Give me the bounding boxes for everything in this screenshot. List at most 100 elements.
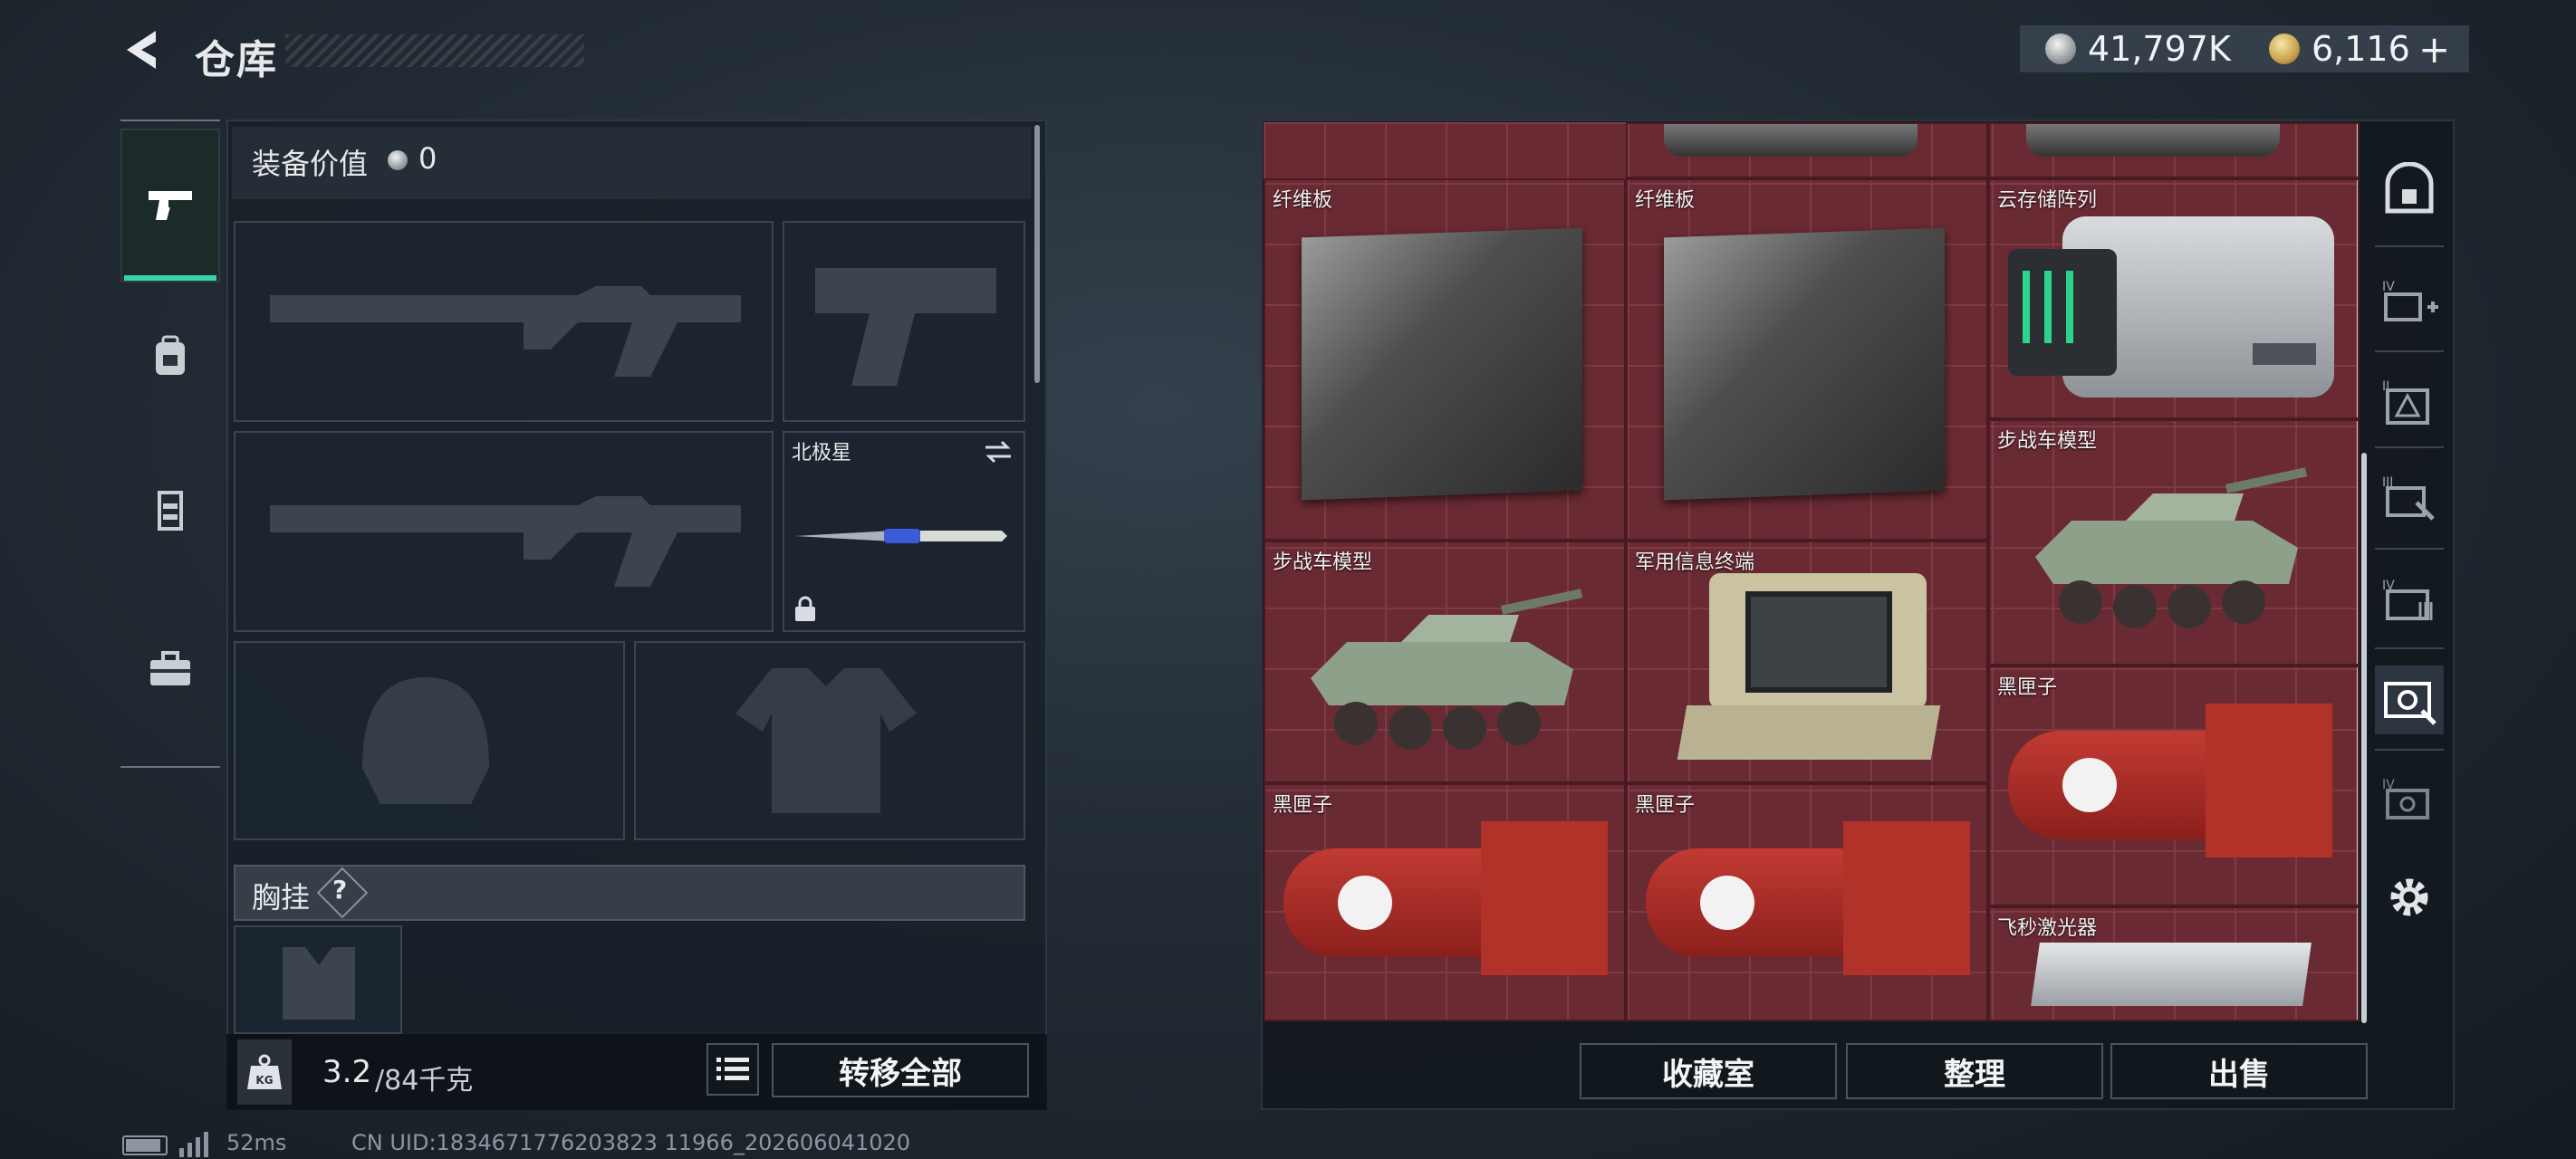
partial-item-cell[interactable] xyxy=(1626,122,1988,178)
blackbox-image xyxy=(2008,731,2216,839)
chest-rig-label: 胸挂 xyxy=(252,880,311,915)
tab-backpack[interactable] xyxy=(120,284,220,429)
help-icon: ? xyxy=(332,875,348,905)
tier4-scan-icon[interactable]: IV xyxy=(2375,765,2444,834)
server-array-image xyxy=(2008,216,2334,398)
ifv-model-image xyxy=(1311,589,1583,750)
tier-scan-icon-active[interactable] xyxy=(2375,666,2444,734)
secondary-weapon-slot[interactable] xyxy=(234,431,774,632)
weight-max: /84千克 xyxy=(375,1065,474,1097)
list-icon xyxy=(716,1058,749,1080)
storage-grid: 纤维板 纤维板 云存储阵列 步战车模型 步战车模型 军用信息终端 黑匣子 黑匣子… xyxy=(1264,122,2360,1021)
storage-item[interactable]: 步战车模型 xyxy=(1264,541,1626,783)
item-name: 黑匣子 xyxy=(1997,676,2058,699)
equipment-value-label: 装备价值 xyxy=(252,147,369,181)
storage-category-rail: IV II III IV IV xyxy=(2366,122,2453,1028)
blackbox-image xyxy=(1646,848,1854,957)
equipment-value: 0 xyxy=(418,141,437,176)
knife-icon xyxy=(795,529,1007,543)
rifle-silhouette-icon xyxy=(270,496,741,587)
laser-image xyxy=(2031,943,2312,1006)
tier2-warning-icon[interactable]: II xyxy=(2375,367,2444,436)
storage-item[interactable]: 云存储阵列 xyxy=(1988,178,2360,419)
blackbox-block-image xyxy=(1843,821,1970,975)
collection-room-button[interactable]: 收藏室 xyxy=(1580,1043,1837,1099)
melee-name: 北极星 xyxy=(792,442,852,465)
silver-coin-icon xyxy=(2045,34,2076,64)
terminal-image xyxy=(1709,573,1927,709)
sell-button[interactable]: 出售 xyxy=(2110,1043,2368,1099)
item-name: 纤维板 xyxy=(1635,189,1696,212)
back-arrow-icon xyxy=(127,31,156,69)
gold-coin-icon xyxy=(2269,34,2300,64)
add-currency-button[interactable]: + xyxy=(2418,27,2450,72)
tier3-tool-icon[interactable]: III xyxy=(2375,463,2444,532)
ping-value: 52ms xyxy=(226,1130,287,1155)
item-name: 黑匣子 xyxy=(1273,794,1333,817)
battery-icon xyxy=(122,1135,168,1155)
item-name: 纤维板 xyxy=(1273,189,1333,212)
svg-text:IV: IV xyxy=(2382,280,2395,294)
primary-weapon-slot[interactable] xyxy=(234,221,774,422)
storage-item[interactable]: 军用信息终端 xyxy=(1626,541,1988,783)
svg-text:KG: KG xyxy=(255,1074,273,1087)
pistol-icon xyxy=(149,191,192,220)
gold-currency-value: 6,116 xyxy=(2312,29,2410,69)
settings-gear-icon[interactable] xyxy=(2375,863,2444,932)
armor-slot[interactable] xyxy=(634,641,1025,840)
storage-item[interactable]: 纤维板 xyxy=(1264,178,1626,541)
title-decoration xyxy=(285,34,584,67)
terminal-base-image xyxy=(1677,705,1941,760)
equipment-tabs xyxy=(120,120,220,768)
blackbox-image xyxy=(1283,848,1492,957)
swap-icon[interactable] xyxy=(982,438,1014,465)
rifle-silhouette-icon xyxy=(270,286,741,377)
partial-item-image xyxy=(1664,124,1918,157)
pistol-slot[interactable] xyxy=(783,221,1025,422)
tab-toolbox[interactable] xyxy=(120,592,220,746)
player-uid: CN UID:1834671776203823 11966_2026060410… xyxy=(351,1130,911,1155)
vest-icon xyxy=(158,491,183,531)
transfer-all-button[interactable]: 转移全部 xyxy=(772,1043,1029,1097)
tab-weapons[interactable] xyxy=(120,129,220,283)
lock-icon xyxy=(795,596,815,621)
fiberboard-image xyxy=(1302,227,1582,501)
tier4-add-icon[interactable]: IV xyxy=(2375,267,2444,336)
chest-rig-slot[interactable] xyxy=(234,925,402,1034)
item-name: 云存储阵列 xyxy=(1997,189,2098,212)
pistol-silhouette-icon xyxy=(815,268,996,386)
safe-icon[interactable] xyxy=(2375,155,2444,224)
back-button[interactable] xyxy=(120,27,165,72)
chest-rig-silhouette-icon xyxy=(283,947,355,1020)
backpack-icon xyxy=(156,335,185,375)
storage-item[interactable]: 黑匣子 xyxy=(1264,783,1626,1021)
storage-item[interactable]: 步战车模型 xyxy=(1988,419,2360,666)
page-title: 仓库 xyxy=(195,37,278,83)
storage-item[interactable]: 飞秒激光器 xyxy=(1988,906,2360,1021)
storage-item[interactable]: 纤维板 xyxy=(1626,178,1988,541)
storage-item[interactable]: 黑匣子 xyxy=(1988,666,2360,906)
tier4-barcode-icon[interactable]: IV xyxy=(2375,566,2444,635)
silver-coin-icon xyxy=(388,150,408,170)
equipment-scrollbar[interactable] xyxy=(1034,125,1040,383)
list-view-button[interactable] xyxy=(706,1043,759,1096)
partial-item-image xyxy=(2026,124,2280,157)
ifv-model-image xyxy=(2035,467,2308,628)
helmet-silhouette-icon xyxy=(362,677,489,804)
melee-slot[interactable]: 北极星 xyxy=(783,431,1025,632)
item-name: 黑匣子 xyxy=(1635,794,1696,817)
weight-icon-box: KG xyxy=(237,1039,292,1105)
blackbox-block-image xyxy=(2206,704,2332,857)
item-name: 飞秒激光器 xyxy=(1997,917,2098,940)
helmet-slot[interactable] xyxy=(234,641,625,840)
signal-icon xyxy=(179,1132,208,1157)
armor-silhouette-icon xyxy=(735,668,917,813)
sort-button[interactable]: 整理 xyxy=(1846,1043,2103,1099)
fiberboard-image xyxy=(1664,227,1945,501)
item-name: 军用信息终端 xyxy=(1635,551,1755,574)
toolbox-icon xyxy=(150,651,190,685)
tab-vest[interactable] xyxy=(120,438,220,583)
silver-currency-value: 41,797K xyxy=(2088,29,2231,69)
storage-item[interactable]: 黑匣子 xyxy=(1626,783,1988,1021)
partial-item-cell[interactable] xyxy=(1988,122,2360,178)
